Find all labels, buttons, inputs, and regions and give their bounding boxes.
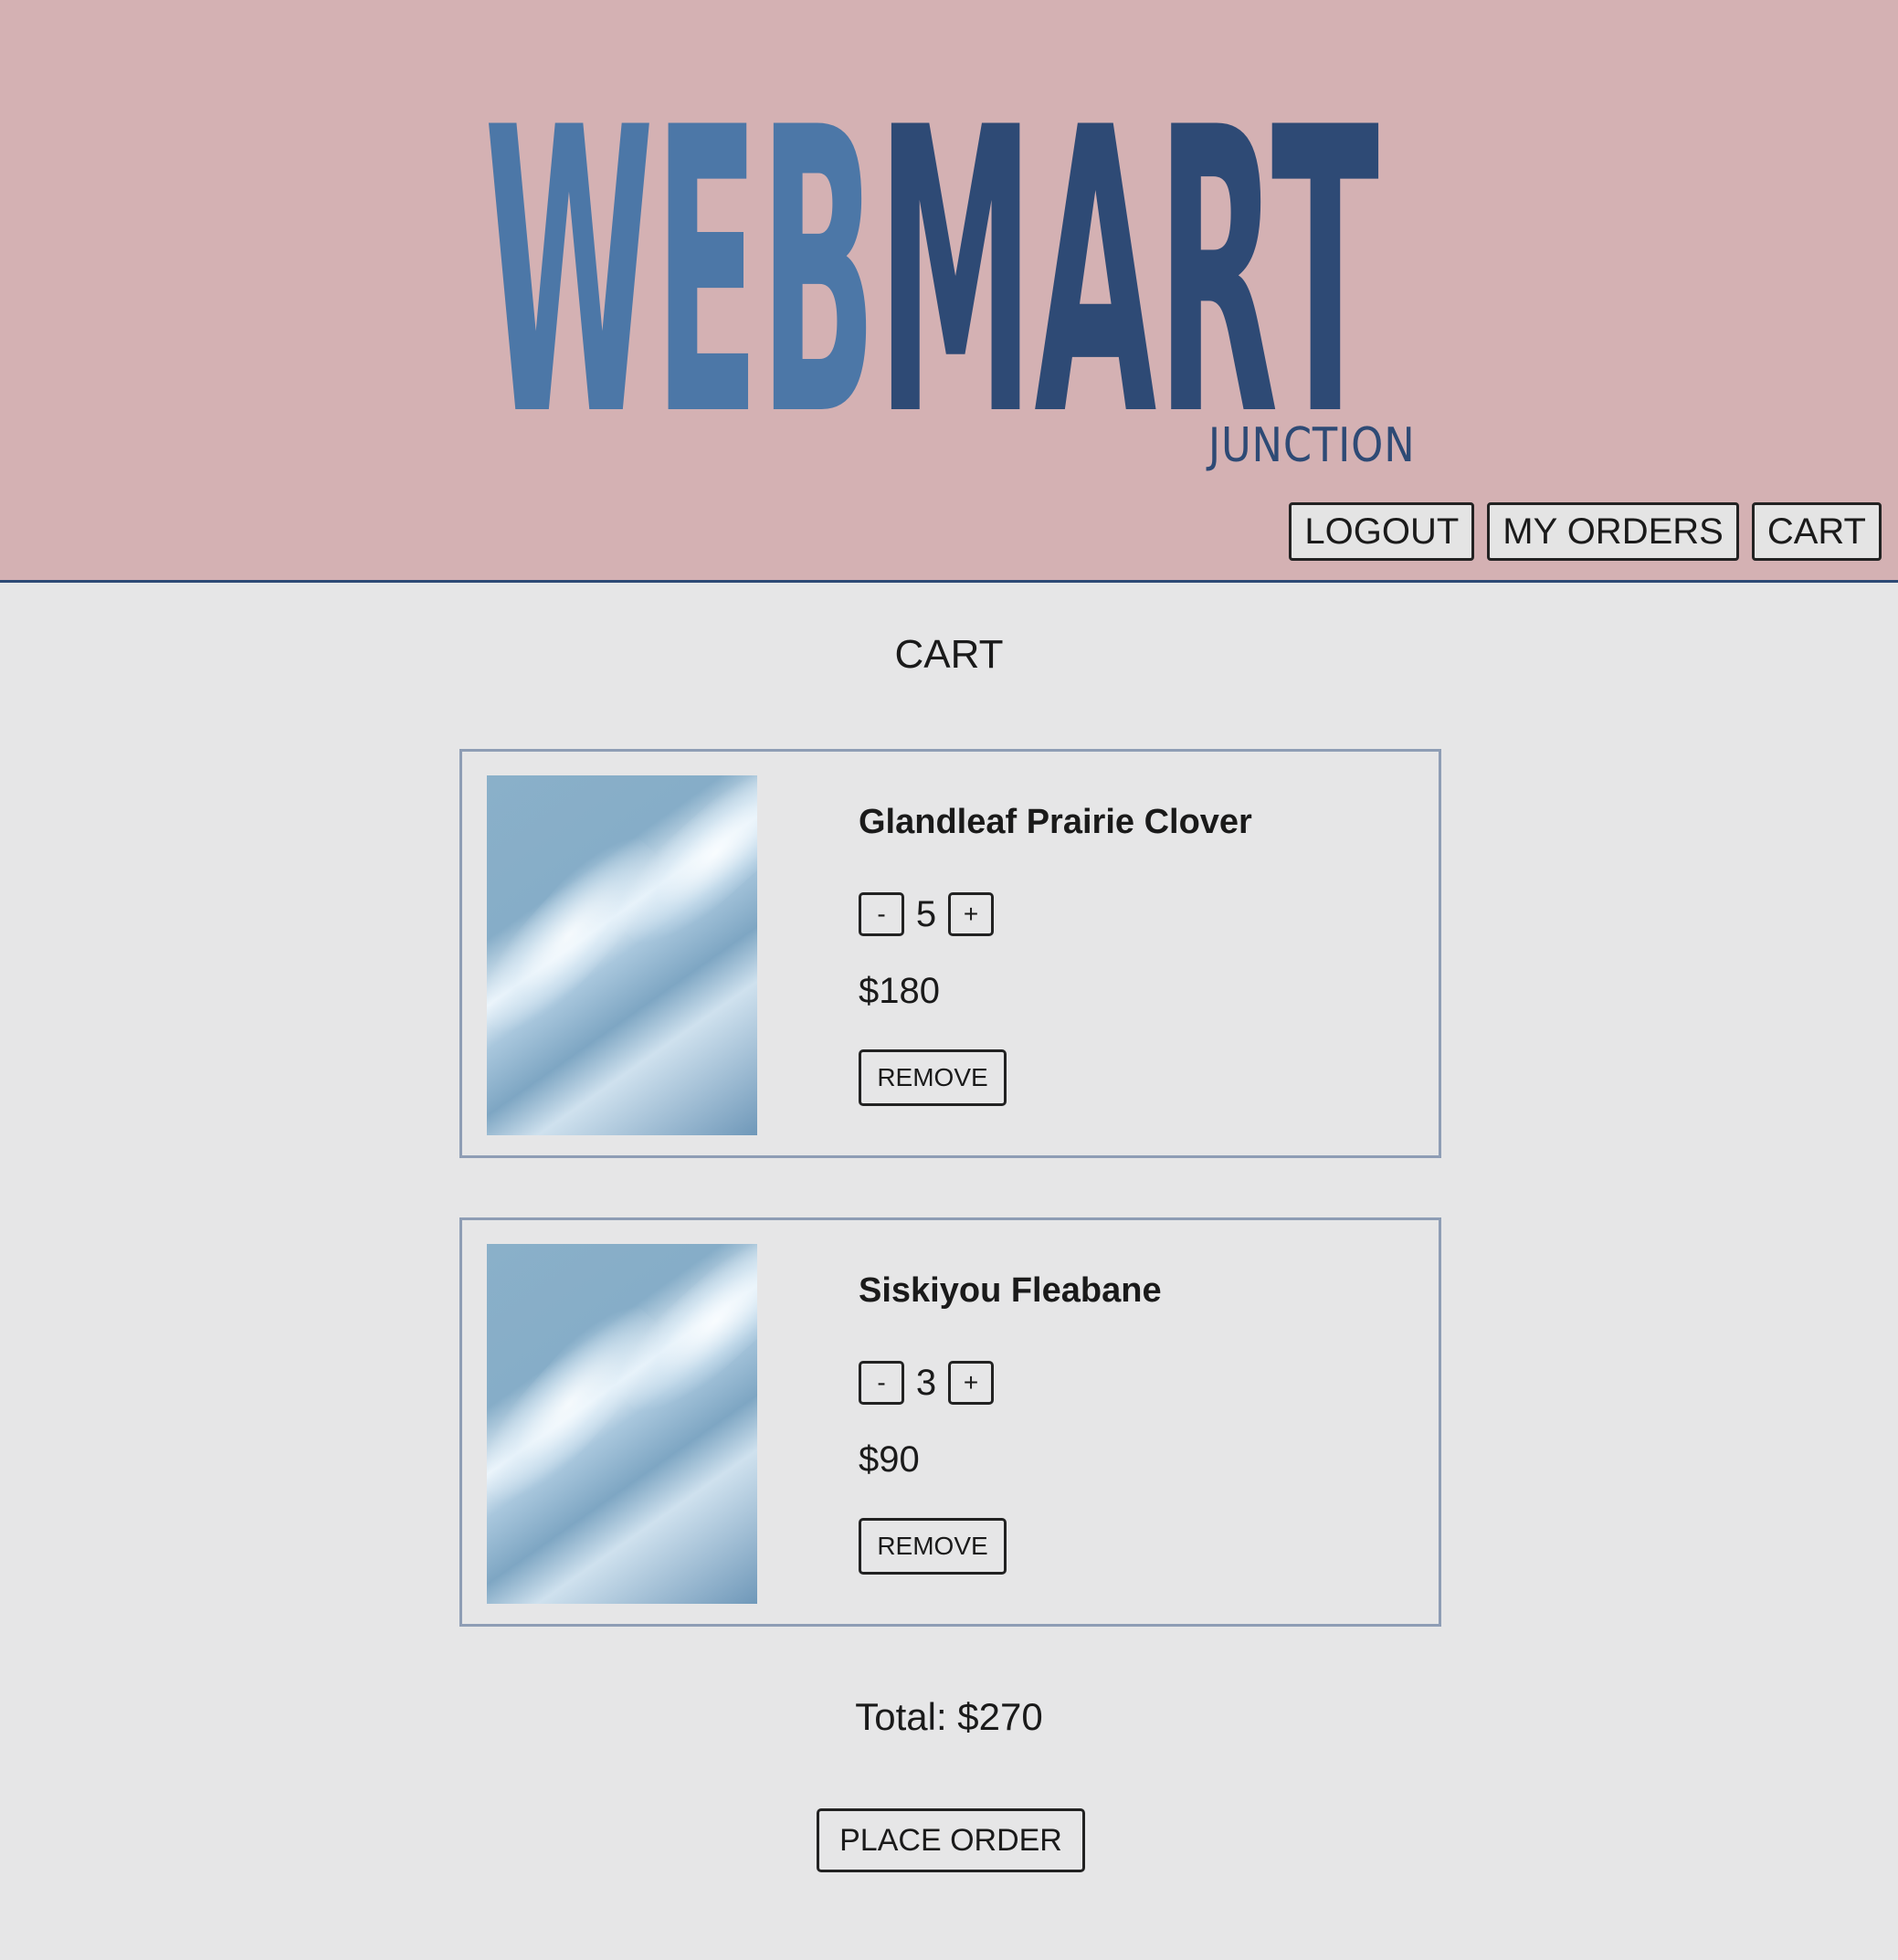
cart-item-card: Siskiyou Fleabane - 3 + $90 REMOVE: [459, 1217, 1441, 1627]
quantity-value: 5: [915, 893, 937, 934]
product-name: Glandleaf Prairie Clover: [859, 803, 1252, 841]
remove-button[interactable]: REMOVE: [859, 1049, 1007, 1106]
logo-part-mart: MART: [877, 46, 1380, 418]
product-price: $180: [859, 971, 940, 1011]
product-name: Siskiyou Fleabane: [859, 1271, 1162, 1310]
increment-button[interactable]: +: [948, 892, 994, 936]
logout-button[interactable]: LOGOUT: [1289, 502, 1475, 561]
quantity-stepper: - 5 +: [859, 892, 994, 936]
cart-item-card: Glandleaf Prairie Clover - 5 + $180 REMO…: [459, 749, 1441, 1158]
logo-part-web: WEB: [484, 46, 877, 418]
decrement-button[interactable]: -: [859, 892, 904, 936]
logo-wordmark: WEB MART: [484, 46, 1380, 418]
cart-total: Total: $270: [855, 1695, 1043, 1738]
quantity-stepper: - 3 +: [859, 1361, 994, 1405]
remove-button[interactable]: REMOVE: [859, 1518, 1007, 1575]
decrement-button[interactable]: -: [859, 1361, 904, 1405]
page-title: CART: [894, 632, 1004, 677]
my-orders-button[interactable]: MY ORDERS: [1487, 502, 1739, 561]
place-order-button[interactable]: PLACE ORDER: [817, 1808, 1085, 1872]
product-price: $90: [859, 1439, 920, 1480]
top-nav: LOGOUT MY ORDERS CART: [1289, 502, 1882, 561]
increment-button[interactable]: +: [948, 1361, 994, 1405]
cart-button[interactable]: CART: [1751, 502, 1882, 561]
product-image: [487, 1244, 757, 1604]
quantity-value: 3: [915, 1362, 937, 1403]
product-image: [487, 775, 757, 1135]
header: WEB MART JUNCTION LOGOUT MY ORDERS CART: [0, 0, 1898, 583]
webmart-logo[interactable]: WEB MART JUNCTION: [484, 26, 1416, 473]
logo-subtitle: JUNCTION: [1208, 418, 1416, 473]
